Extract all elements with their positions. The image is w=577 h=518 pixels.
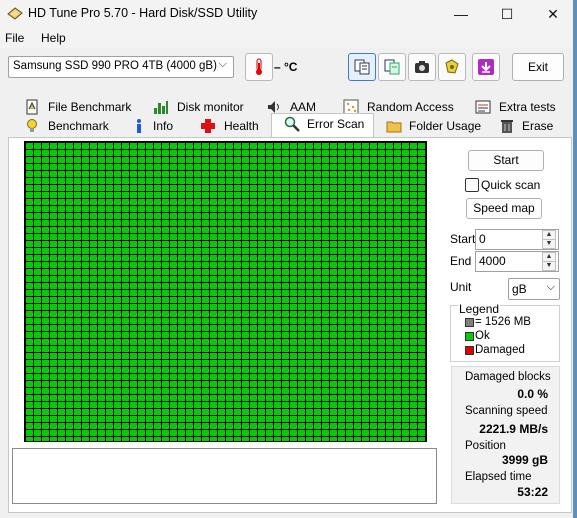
chevron-down-icon: ⌵	[546, 281, 555, 293]
tab-info[interactable]: Info	[131, 117, 191, 136]
copy-text-button[interactable]	[348, 53, 376, 81]
elapsed-time-value: 53:22	[517, 485, 548, 499]
tab-benchmark[interactable]: Benchmark	[24, 117, 114, 136]
menu-file[interactable]: File	[5, 31, 24, 45]
tab-folder-usage[interactable]: Folder Usage	[386, 117, 486, 136]
magnifier-icon	[284, 116, 300, 132]
screenshot-button[interactable]	[408, 53, 436, 81]
legend-title: Legend	[458, 302, 501, 316]
unit-label: Unit	[450, 280, 472, 294]
stepper-down-icon[interactable]: ▼	[542, 239, 556, 249]
end-position-stepper[interactable]: 4000 ▲ ▼	[475, 251, 559, 272]
temperature-readout: – °C	[274, 60, 298, 74]
copy-info-button[interactable]	[378, 53, 406, 81]
menu-help[interactable]: Help	[41, 31, 66, 45]
legend-damaged-swatch	[465, 346, 474, 355]
elapsed-time-label: Elapsed time	[465, 471, 532, 483]
drive-select-value: Samsung SSD 990 PRO 4TB (4000 gB)	[13, 60, 217, 72]
scanning-speed-label: Scanning speed	[465, 405, 548, 417]
start-field-label: Start	[450, 232, 476, 246]
damaged-blocks-value: 0.0 %	[517, 387, 548, 401]
save-icon	[478, 59, 494, 75]
scan-log-box[interactable]	[12, 448, 437, 504]
save-button[interactable]	[472, 53, 500, 81]
thermometer-icon	[256, 58, 262, 75]
unit-select[interactable]: gB ⌵	[508, 278, 560, 300]
tab-file-benchmark[interactable]: File Benchmark	[24, 98, 144, 117]
end-position-value: 4000	[479, 254, 506, 268]
start-button[interactable]: Start	[468, 150, 544, 171]
disk-monitor-icon	[154, 101, 168, 114]
options-button[interactable]	[438, 53, 466, 81]
extra-tests-icon	[475, 100, 491, 114]
drive-select[interactable]: Samsung SSD 990 PRO 4TB (4000 gB) ⌵	[8, 56, 234, 78]
start-position-stepper[interactable]: 0 ▲ ▼	[475, 229, 559, 250]
screenshot-icon	[415, 61, 429, 73]
start-position-value: 0	[479, 232, 486, 246]
chevron-down-icon: ⌵	[218, 58, 227, 70]
info-icon	[137, 119, 141, 133]
folder-icon	[386, 121, 402, 133]
tab-error-scan[interactable]: Error Scan	[284, 115, 370, 134]
scanning-speed-value: 2221.9 MB/s	[479, 422, 548, 436]
legend-damaged-label: Damaged	[475, 344, 525, 356]
close-button[interactable]: ✕	[530, 0, 576, 28]
window-border	[573, 0, 577, 518]
speed-map-button[interactable]: Speed map	[466, 198, 542, 219]
stepper-down-icon[interactable]: ▼	[542, 261, 556, 271]
options-icon	[445, 59, 459, 74]
exit-button[interactable]: Exit	[512, 53, 564, 81]
minimize-button[interactable]: —	[438, 0, 484, 28]
tab-health[interactable]: Health	[200, 117, 270, 136]
maximize-button[interactable]: ☐	[484, 0, 530, 28]
end-field-label: End	[450, 254, 472, 268]
legend-ok-label: Ok	[475, 330, 490, 342]
health-cross-icon	[201, 119, 215, 133]
copy-info-icon	[384, 59, 400, 75]
app-logo-icon	[7, 5, 23, 21]
unit-select-value: gB	[512, 282, 527, 296]
legend-block-swatch	[465, 318, 474, 327]
tab-disk-monitor[interactable]: Disk monitor	[153, 98, 263, 117]
benchmark-icon	[27, 119, 37, 132]
thermometer-button[interactable]	[245, 53, 273, 81]
window-title: HD Tune Pro 5.70 - Hard Disk/SSD Utility	[28, 6, 258, 20]
legend-block-size: = 1526 MB	[475, 316, 531, 328]
legend-ok-swatch	[465, 332, 474, 341]
trash-icon	[501, 120, 513, 133]
position-label: Position	[465, 440, 506, 452]
copy-text-icon	[354, 59, 370, 75]
quick-scan-checkbox[interactable]	[465, 178, 479, 192]
position-value: 3999 gB	[501, 453, 548, 467]
file-benchmark-icon	[26, 99, 38, 115]
tab-extra-tests[interactable]: Extra tests	[475, 98, 565, 117]
tab-erase[interactable]: Erase	[499, 117, 559, 136]
menu-bar	[0, 28, 577, 48]
scan-block-map	[24, 141, 427, 442]
quick-scan-label: Quick scan	[481, 178, 541, 192]
damaged-blocks-label: Damaged blocks	[465, 371, 551, 383]
